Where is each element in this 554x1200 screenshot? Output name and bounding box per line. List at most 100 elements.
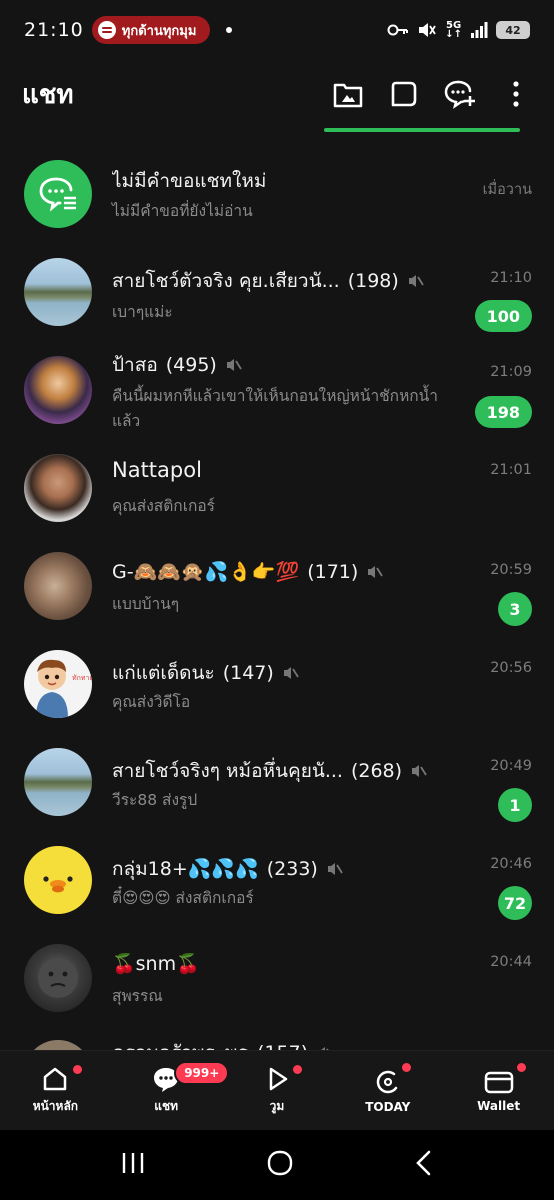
chat-title: 🍒snm🍒: [112, 953, 200, 975]
chat-preview: คุณส่งวิดีโอ: [112, 693, 191, 711]
chat-name: Nattapol: [112, 458, 458, 482]
chat-time: 21:01: [490, 462, 532, 478]
chat-title: Nattapol: [112, 458, 202, 482]
page-title: แชท: [22, 79, 74, 110]
chat-preview: ตี๋😍😍😍 ส่งสติกเกอร์: [112, 889, 254, 907]
mute-icon: [419, 23, 436, 37]
avatar: [24, 748, 92, 816]
chat-title: สายโชว์ตัวจริง คุย.เสียวนั...: [112, 270, 340, 292]
chat-name: ป้าสอ (495): [112, 350, 458, 380]
nav-wallet[interactable]: Wallet: [449, 1051, 549, 1131]
chat-row[interactable]: ทักทายครับ แก่แต่เด็ดนะ (147) คุณส่งวิดี…: [0, 646, 554, 742]
mute-icon: [408, 275, 424, 287]
mute-icon: [283, 667, 299, 679]
nav-label: แชท: [154, 1099, 179, 1113]
chat-preview: เบาๆแม่ะ: [112, 303, 173, 321]
network-indicator: 5G ↓↑: [445, 20, 462, 40]
mute-icon: [368, 565, 384, 578]
chat-row[interactable]: สายโชว์ตัวจริง คุย.เสียวนั... (198) เบาๆ…: [0, 244, 554, 340]
member-count: (495): [165, 354, 217, 376]
moon-face-avatar: [38, 958, 78, 998]
chat-preview: คุณส่งสติกเกอร์: [112, 497, 216, 515]
chat-name: G-🙈🙈🙊💦👌👉💯 (171): [112, 560, 458, 583]
chat-name: ไม่มีคำขอแชทใหม่: [112, 166, 458, 196]
chat-time: 20:46: [490, 856, 532, 872]
chat-row[interactable]: สายโชว์จริงๆ หม้อหึ่นคุยนั... (268) วีระ…: [0, 744, 554, 840]
chat-name: 🍒snm🍒: [112, 952, 458, 975]
avatar: [24, 552, 92, 620]
keep-button[interactable]: [388, 78, 420, 110]
nav-home[interactable]: หน้าหลัก: [5, 1051, 105, 1131]
app-header: แชท: [0, 64, 554, 124]
media-pill[interactable]: ทุกด้านทุกมุม: [91, 16, 211, 44]
nav-label: TODAY: [365, 1099, 411, 1114]
kebab-menu-icon: [513, 81, 519, 107]
message-request-row[interactable]: ไม่มีคำขอแชทใหม่ ไม่มีคำขอที่ยังไม่อ่าน …: [0, 146, 554, 242]
circle-home-icon: [267, 1150, 293, 1176]
nav-dot: [73, 1064, 83, 1074]
chat-name: สายโชว์ตัวจริง คุย.เสียวนั... (198): [112, 266, 458, 296]
avatar: [24, 846, 92, 914]
chat-name: สายโชว์จริงๆ หม้อหึ่นคุยนั... (268): [112, 756, 458, 786]
recent-apps-button[interactable]: [120, 1151, 146, 1179]
member-count: (157): [257, 1042, 308, 1050]
avatar: [24, 356, 92, 424]
unread-badge: 72: [498, 886, 532, 920]
unread-badge: 100: [474, 300, 532, 332]
notification-dot-icon: [226, 27, 233, 33]
chat-preview: วีระ88 ส่งรูป: [112, 791, 198, 809]
nav-voom[interactable]: วูม: [227, 1051, 327, 1131]
more-options-button[interactable]: [500, 78, 532, 110]
mute-icon: [327, 863, 343, 875]
chat-title: ป้าสอ: [112, 354, 158, 376]
message-request-avatar: [24, 160, 92, 228]
chat-list[interactable]: ไม่มีคำขอแชทใหม่ ไม่มีคำขอที่ยังไม่อ่าน …: [0, 140, 554, 1050]
battery-indicator: 42: [496, 21, 530, 39]
chat-name: ครอบครัวพระพุธ (157): [112, 1038, 458, 1050]
chat-row[interactable]: Nattapol คุณส่งสติกเกอร์ 21:01: [0, 450, 554, 546]
unread-badge: 198: [474, 396, 532, 428]
key-icon: [387, 24, 409, 36]
avatar: [24, 454, 92, 522]
chat-time: 20:56: [490, 660, 532, 676]
member-count: (171): [307, 560, 359, 583]
chat-row[interactable]: กลุ่ม18+💦💦💦 (233) ตี๋😍😍😍 ส่งสติกเกอร์ 20…: [0, 842, 554, 938]
chat-time: 20:44: [490, 954, 532, 970]
today-icon: [376, 1070, 398, 1093]
chat-time: 20:49: [490, 758, 532, 774]
media-pill-label: ทุกด้านทุกมุม: [121, 23, 197, 39]
back-button[interactable]: [414, 1150, 434, 1180]
mute-icon: [226, 359, 242, 371]
chat-unread-badge: 999+: [174, 1060, 230, 1085]
chat-row[interactable]: ป้าสอ (495) คืนนี้ผมหกหีแล้วเขาให้เห็นกอ…: [0, 342, 554, 452]
wallet-icon: [484, 1071, 513, 1093]
new-chat-button[interactable]: [444, 78, 476, 110]
chat-row[interactable]: 🍒snm🍒 สุพรรณ 20:44: [0, 940, 554, 1036]
chat-time: เมื่อวาน: [482, 182, 532, 198]
voom-icon: [269, 1067, 288, 1091]
home-system-button[interactable]: [266, 1149, 294, 1181]
status-time: 21:10: [24, 19, 84, 41]
system-navigation-bar: [0, 1130, 554, 1200]
chat-name: กลุ่ม18+💦💦💦 (233): [112, 854, 458, 884]
chat-title: แก่แต่เด็ดนะ: [112, 662, 215, 684]
status-bar: 21:10 ทุกด้านทุกมุม 5G ↓↑ 42: [0, 0, 554, 60]
nav-label: วูม: [269, 1099, 285, 1113]
chat-add-icon: [444, 80, 475, 109]
avatar: [24, 944, 92, 1012]
chat-row[interactable]: G-🙈🙈🙊💦👌👉💯 (171) แบบบ้านๆ 20:59 3: [0, 548, 554, 644]
chat-title: ไม่มีคำขอแชทใหม่: [112, 170, 267, 192]
nav-dot: [401, 1062, 411, 1072]
member-count: (198): [347, 270, 399, 292]
nav-chat[interactable]: 999+ แชท: [116, 1051, 230, 1131]
cartoon-boy-avatar: ทักทายครับ: [36, 659, 92, 718]
member-count: (268): [350, 760, 403, 782]
nav-today[interactable]: TODAY: [338, 1051, 438, 1131]
back-chevron-icon: [416, 1150, 431, 1176]
chat-time: 21:10: [490, 270, 532, 286]
chat-time: 21:09: [490, 364, 532, 380]
chat-row[interactable]: ครอบครัวพระพุธ (157): [0, 1036, 554, 1050]
album-button[interactable]: [332, 78, 364, 110]
header-accent-line: [324, 128, 520, 132]
avatar: ทักทายครับ: [24, 650, 92, 718]
